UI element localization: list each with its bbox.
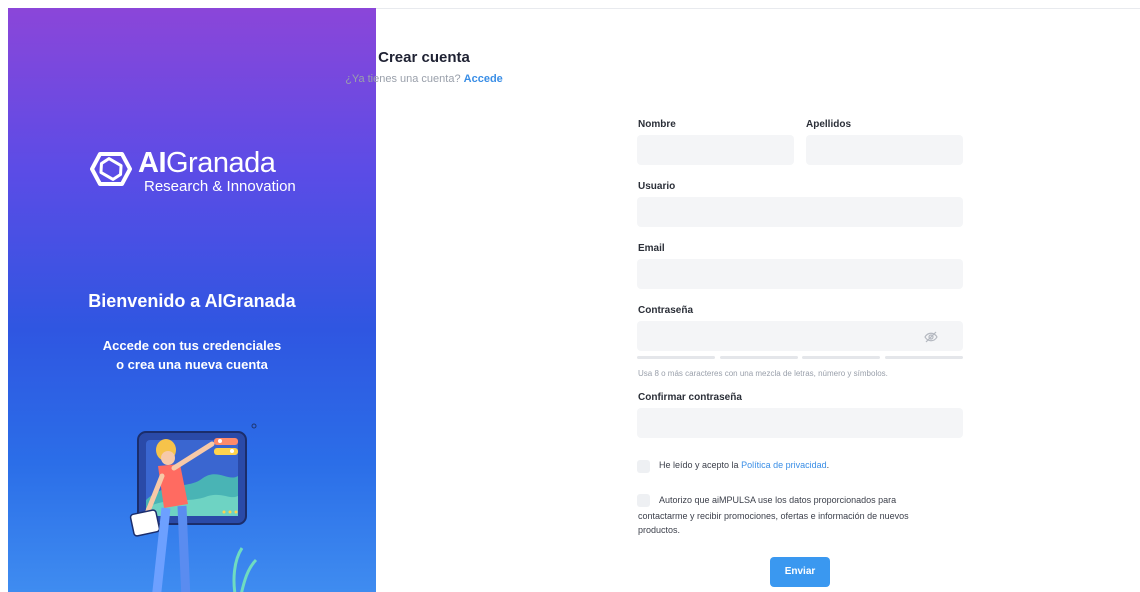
hide-password-icon[interactable] [924,331,938,343]
login-prompt: ¿Ya tienes una cuenta? Accede [0,73,848,85]
login-prompt-text: ¿Ya tienes una cuenta? [345,73,461,85]
nombre-label: Nombre [638,119,676,130]
marketing-consent-line1: Autorizo que aiMPULSA use los datos prop… [659,495,897,505]
page-margin [0,0,8,592]
privacy-policy-link[interactable]: Política de privacidad [741,460,827,470]
password-label: Contraseña [638,305,694,316]
privacy-suffix: . [826,460,830,470]
aigranada-logo-icon [90,152,132,186]
person-with-chart-illustration [129,423,258,592]
usuario-input[interactable] [637,197,963,227]
privacy-consent-text: He leído y acepto la Política de privaci… [659,459,829,472]
welcome-subtitle-line2: o crea una nueva cuenta [116,357,268,372]
privacy-prefix: He leído y acepto la [659,460,739,470]
form-title: Crear cuenta [378,49,470,66]
apellidos-input[interactable] [806,135,963,165]
password-input[interactable] [637,321,963,351]
confirm-password-input[interactable] [637,408,963,438]
marketing-consent-checkbox[interactable] [637,494,650,507]
nombre-input[interactable] [637,135,794,165]
confirm-password-label: Confirmar contraseña [638,392,742,403]
password-strength-segment-2 [720,356,798,359]
apellidos-label: Apellidos [806,119,852,130]
top-divider [376,8,1140,9]
submit-button[interactable]: Enviar [770,557,830,587]
marketing-consent-line3: productos. [638,525,681,535]
signup-page: AIGranada Research & Innovation Bienveni… [0,0,1140,592]
usuario-label: Usuario [638,181,676,192]
brand-wordmark: AIGranada [138,147,276,179]
login-link[interactable]: Accede [464,73,503,85]
brand-tagline: Research & Innovation [144,178,296,195]
brand-logo: AIGranada Research & Innovation [90,147,296,197]
password-strength-segment-3 [802,356,880,359]
password-strength-segment-4 [885,356,963,359]
email-input[interactable] [637,259,963,289]
brand-name-rest: Granada [166,147,276,179]
brand-panel: AIGranada Research & Innovation Bienveni… [8,8,376,592]
welcome-heading: Bienvenido a AIGranada [88,291,296,311]
privacy-checkbox[interactable] [637,460,650,473]
password-hint: Usa 8 o más caracteres con una mezcla de… [638,369,888,378]
email-label: Email [638,243,665,254]
password-strength-segment-1 [637,356,715,359]
brand-name-bold: AI [138,147,167,179]
welcome-subtitle-line1: Accede con tus credenciales [102,338,282,353]
marketing-consent-line2: contactarme y recibir promociones, ofert… [638,511,909,521]
